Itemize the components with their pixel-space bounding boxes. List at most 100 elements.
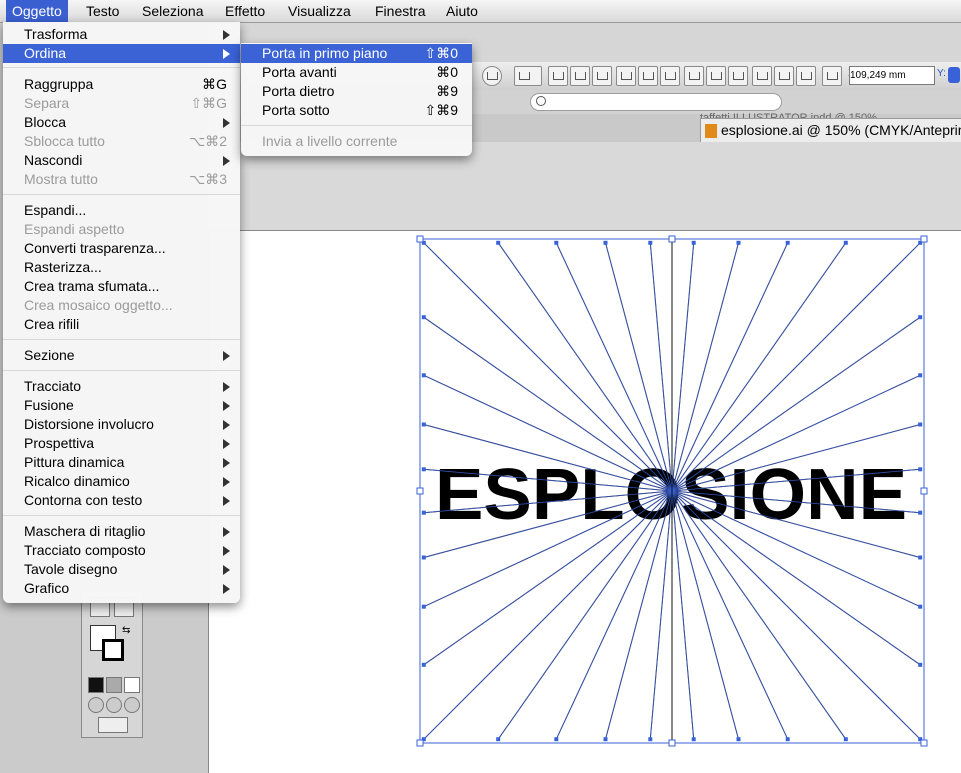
anchor-point[interactable] <box>421 555 426 560</box>
bounding-box-handle[interactable] <box>416 739 424 747</box>
menu-item-crea-rifili[interactable]: Crea rifili <box>3 315 240 334</box>
bounding-box-handle[interactable] <box>920 235 928 243</box>
anchor-point[interactable] <box>421 467 426 472</box>
draw-inside-icon[interactable] <box>124 697 140 713</box>
anchor-point[interactable] <box>691 240 696 245</box>
menu-item-porta-dietro[interactable]: Porta dietro ⌘9 <box>241 82 472 101</box>
menu-item-maschera-di-ritaglio[interactable]: Maschera di ritaglio <box>3 522 240 541</box>
align-top-icon[interactable] <box>616 66 636 86</box>
align-to-selection-icon[interactable] <box>514 66 542 86</box>
anchor-point[interactable] <box>421 510 426 515</box>
menu-item-pittura-dinamica[interactable]: Pittura dinamica <box>3 453 240 472</box>
anchor-point[interactable] <box>843 737 848 742</box>
menu-item-rasterizza[interactable]: Rasterizza... <box>3 258 240 277</box>
menu-finestra[interactable]: Finestra <box>375 0 426 22</box>
anchor-point[interactable] <box>736 737 741 742</box>
anchor-point[interactable] <box>736 240 741 245</box>
menu-item-trasforma[interactable]: Trasforma <box>3 25 240 44</box>
menu-item-fusione[interactable]: Fusione <box>3 396 240 415</box>
menu-item-crea-trama-sfumata[interactable]: Crea trama sfumata... <box>3 277 240 296</box>
menu-aiuto[interactable]: Aiuto <box>446 0 478 22</box>
draw-behind-icon[interactable] <box>106 697 122 713</box>
align-center-h-icon[interactable] <box>570 66 590 86</box>
anchor-point[interactable] <box>421 373 426 378</box>
anchor-point[interactable] <box>918 555 923 560</box>
menu-item-sezione[interactable]: Sezione <box>3 346 240 365</box>
anchor-point[interactable] <box>918 662 923 667</box>
distribute-center-h-icon[interactable] <box>774 66 794 86</box>
anchor-point[interactable] <box>421 315 426 320</box>
align-right-icon[interactable] <box>592 66 612 86</box>
menu-item-tavole-disegno[interactable]: Tavole disegno <box>3 560 240 579</box>
menu-item-ricalco-dinamico[interactable]: Ricalco dinamico <box>3 472 240 491</box>
menu-item-prospettiva[interactable]: Prospettiva <box>3 434 240 453</box>
menu-item-raggruppa[interactable]: Raggruppa ⌘G <box>3 75 240 94</box>
color-mode-icon[interactable] <box>88 677 104 693</box>
distribute-bottom-icon[interactable] <box>728 66 748 86</box>
anchor-point[interactable] <box>918 422 923 427</box>
document-tab-active[interactable]: esplosione.ai @ 150% (CMYK/Anteprima) <box>700 118 961 142</box>
bounding-box-handle[interactable] <box>668 235 676 243</box>
anchor-point[interactable] <box>691 737 696 742</box>
menu-item-blocca[interactable]: Blocca <box>3 113 240 132</box>
gradient-mode-icon[interactable] <box>106 677 122 693</box>
anchor-point[interactable] <box>603 240 608 245</box>
anchor-point[interactable] <box>554 240 559 245</box>
menu-item-tracciato[interactable]: Tracciato <box>3 377 240 396</box>
anchor-point[interactable] <box>918 373 923 378</box>
screen-mode-icon[interactable] <box>98 717 128 733</box>
y-stepper-icon[interactable] <box>948 67 960 83</box>
anchor-point[interactable] <box>785 737 790 742</box>
artboard-canvas[interactable]: ESPLOSIONE <box>208 231 961 773</box>
bounding-box-handle[interactable] <box>416 487 424 495</box>
menu-item-grafico[interactable]: Grafico <box>3 579 240 598</box>
menu-item-converti-trasparenza[interactable]: Converti trasparenza... <box>3 239 240 258</box>
none-mode-icon[interactable] <box>124 677 140 693</box>
bounding-box-handle[interactable] <box>920 487 928 495</box>
align-center-v-icon[interactable] <box>638 66 658 86</box>
anchor-point[interactable] <box>603 737 608 742</box>
anchor-point[interactable] <box>918 604 923 609</box>
distribute-right-icon[interactable] <box>796 66 816 86</box>
menu-item-nascondi[interactable]: Nascondi <box>3 151 240 170</box>
anchor-point[interactable] <box>918 315 923 320</box>
anchor-point[interactable] <box>918 467 923 472</box>
distribute-left-icon[interactable] <box>752 66 772 86</box>
align-left-icon[interactable] <box>548 66 568 86</box>
draw-normal-icon[interactable] <box>88 697 104 713</box>
swap-colors-icon[interactable]: ⇆ <box>122 625 130 636</box>
menu-item-porta-in-primo-piano[interactable]: Porta in primo piano ⇧⌘0 <box>241 44 472 63</box>
anchor-point[interactable] <box>648 737 653 742</box>
anchor-point[interactable] <box>496 240 501 245</box>
menu-item-tracciato-composto[interactable]: Tracciato composto <box>3 541 240 560</box>
search-input[interactable] <box>530 93 782 111</box>
reference-point-icon[interactable] <box>822 66 842 86</box>
anchor-point[interactable] <box>843 240 848 245</box>
align-bottom-icon[interactable] <box>660 66 680 86</box>
menu-item-espandi[interactable]: Espandi... <box>3 201 240 220</box>
distribute-center-v-icon[interactable] <box>706 66 726 86</box>
menu-effetto[interactable]: Effetto <box>225 0 265 22</box>
anchor-point[interactable] <box>648 240 653 245</box>
menu-item-distorsione-involucro[interactable]: Distorsione involucro <box>3 415 240 434</box>
stroke-swatch-icon[interactable] <box>102 639 124 661</box>
distribute-top-icon[interactable] <box>684 66 704 86</box>
menu-item-porta-sotto[interactable]: Porta sotto ⇧⌘9 <box>241 101 472 120</box>
menu-item-contorna-con-testo[interactable]: Contorna con testo <box>3 491 240 510</box>
anchor-point[interactable] <box>918 510 923 515</box>
artwork[interactable]: ESPLOSIONE <box>209 231 961 773</box>
menu-oggetto[interactable]: Oggetto <box>6 0 68 22</box>
anchor-point[interactable] <box>421 662 426 667</box>
x-field[interactable]: 109,249 mm <box>849 66 935 85</box>
menu-seleziona[interactable]: Seleziona <box>142 0 204 22</box>
bounding-box-handle[interactable] <box>668 739 676 747</box>
menu-item-ordina[interactable]: Ordina <box>3 44 240 63</box>
bounding-box-handle[interactable] <box>416 235 424 243</box>
anchor-point[interactable] <box>785 240 790 245</box>
recolor-artwork-icon[interactable] <box>482 66 502 86</box>
anchor-point[interactable] <box>496 737 501 742</box>
anchor-point[interactable] <box>421 422 426 427</box>
anchor-point[interactable] <box>421 604 426 609</box>
bounding-box-handle[interactable] <box>920 739 928 747</box>
menu-visualizza[interactable]: Visualizza <box>288 0 351 22</box>
